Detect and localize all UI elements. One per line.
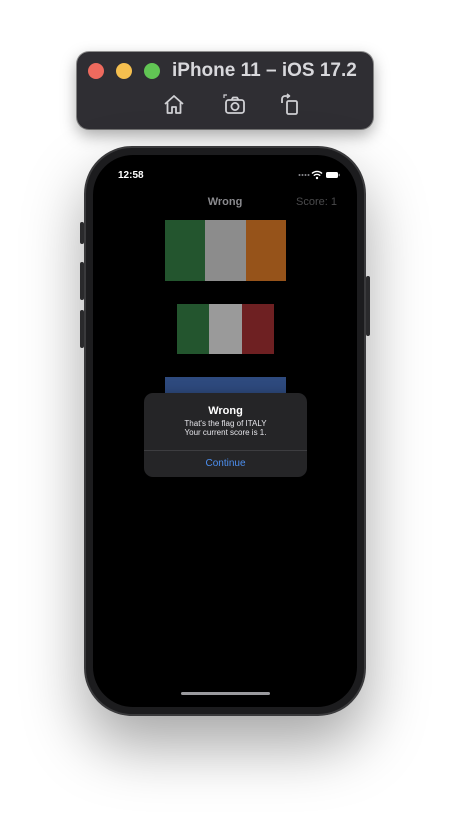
signal-icon <box>298 174 310 176</box>
flag-stripe <box>205 220 246 281</box>
nav-title: Wrong <box>207 196 243 208</box>
flag-button-1[interactable] <box>165 220 286 281</box>
status-icons <box>298 170 340 180</box>
battery-icon <box>326 172 340 178</box>
minimize-window-button[interactable] <box>116 63 132 79</box>
home-indicator[interactable] <box>181 692 270 695</box>
simulator-title: iPhone 11 – iOS 17.2 <box>172 60 357 81</box>
screenshot-button[interactable] <box>223 93 247 117</box>
score-label: Score: 1 <box>296 196 337 208</box>
home-icon <box>164 95 184 114</box>
status-time: 12:58 <box>118 170 144 181</box>
wifi-icon <box>311 170 323 180</box>
flag-stripe <box>245 220 286 281</box>
flag-stripe <box>241 304 274 354</box>
flag-stripe <box>165 220 206 281</box>
close-window-button[interactable] <box>88 63 104 79</box>
alert-message-line2: Your current score is 1. <box>184 428 267 437</box>
power-button <box>366 276 370 336</box>
continue-button[interactable]: Continue <box>144 451 307 477</box>
zoom-window-button[interactable] <box>144 63 160 79</box>
rotate-icon <box>281 93 298 115</box>
alert-message-line1: That's the flag of ITALY <box>184 419 267 428</box>
flag-stripe <box>177 304 210 354</box>
rotate-button[interactable] <box>278 93 302 117</box>
alert-title: Wrong <box>208 405 243 417</box>
screenshot-icon <box>223 94 245 114</box>
flag-stripe <box>209 304 242 354</box>
home-button[interactable] <box>162 93 186 117</box>
volume-up-button <box>80 262 84 300</box>
flag-button-2[interactable] <box>177 304 274 354</box>
mute-switch <box>80 222 84 244</box>
volume-down-button <box>80 310 84 348</box>
